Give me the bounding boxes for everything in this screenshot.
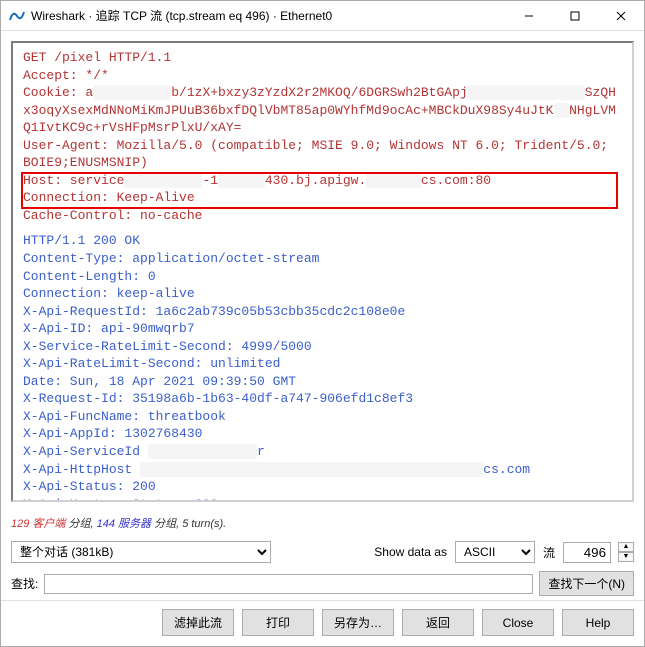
stream-line: Host: service -1 430.bj.apigw. cs.com:80	[23, 172, 622, 190]
status-tail: 分组, 5 turn(s).	[154, 518, 226, 530]
pkts-label-1: 分组,	[68, 518, 96, 530]
filter-out-stream-button[interactable]: 滤掉此流	[162, 609, 234, 636]
window-title: Wireshark · 追踪 TCP 流 (tcp.stream eq 496)…	[31, 7, 506, 24]
stream-line: GET /pixel HTTP/1.1	[23, 49, 622, 67]
close-button[interactable]	[598, 1, 644, 30]
stream-line: X-Api-ID: api-90mwqrb7	[23, 320, 622, 338]
stream-line: Date: Sun, 18 Apr 2021 09:39:50 GMT	[23, 373, 622, 391]
server-pkt-count: 144	[97, 518, 115, 530]
response-block: HTTP/1.1 200 OKContent-Type: application…	[23, 232, 622, 502]
search-label: 查找:	[11, 575, 38, 592]
show-data-as-label: Show data as	[374, 545, 447, 559]
titlebar[interactable]: Wireshark · 追踪 TCP 流 (tcp.stream eq 496)…	[1, 1, 644, 31]
stream-line: Cache-Control: no-cache	[23, 207, 622, 225]
print-button[interactable]: 打印	[242, 609, 314, 636]
stream-line: Connection: Keep-Alive	[23, 189, 622, 207]
stream-line: X-Api-RequestId: 1a6c2ab739c05b53cbb35cd…	[23, 303, 622, 321]
stream-line: X-Api-Status: 200	[23, 478, 622, 496]
stream-line: Connection: keep-alive	[23, 285, 622, 303]
client-label: 客户端	[32, 518, 68, 530]
stream-line: Accept: */*	[23, 67, 622, 85]
content-area: GET /pixel HTTP/1.1Accept: */*Cookie: a …	[1, 31, 644, 512]
wireshark-icon	[9, 8, 25, 24]
stream-line: X-Api-ServiceId r	[23, 443, 622, 461]
stream-line: Cookie: a b/1zX+bxzy3zYzdX2r2MKOQ/6DGRSw…	[23, 84, 622, 137]
stream-spinner: ▲ ▼	[618, 542, 634, 562]
search-input[interactable]	[44, 574, 533, 594]
stream-line: X-Api-AppId: 1302768430	[23, 425, 622, 443]
find-next-button[interactable]: 查找下一个(N)	[539, 571, 634, 596]
controls-row-1: 整个对话 (381kB) Show data as ASCII 流 ▲ ▼	[1, 537, 644, 567]
stream-line: HTTP/1.1 200 OK	[23, 232, 622, 250]
help-button[interactable]: Help	[562, 609, 634, 636]
stream-line: X-Request-Id: 35198a6b-1b63-40df-a747-90…	[23, 390, 622, 408]
stream-line: X-Service-RateLimit-Second: 4999/5000	[23, 338, 622, 356]
client-pkt-count: 129	[11, 518, 29, 530]
stream-line: X-Api-UpstreamStatus: 200	[23, 496, 622, 502]
close-dialog-button[interactable]: Close	[482, 609, 554, 636]
controls-row-2: 查找: 查找下一个(N)	[1, 567, 644, 600]
window-buttons	[506, 1, 644, 30]
minimize-button[interactable]	[506, 1, 552, 30]
stream-line: X-Api-HttpHost cs.com	[23, 461, 622, 479]
save-as-button[interactable]: 另存为…	[322, 609, 394, 636]
request-block: GET /pixel HTTP/1.1Accept: */*Cookie: a …	[23, 49, 622, 224]
server-label: 服务器	[118, 518, 154, 530]
stream-line: Content-Length: 0	[23, 268, 622, 286]
follow-tcp-stream-window: Wireshark · 追踪 TCP 流 (tcp.stream eq 496)…	[0, 0, 645, 647]
stream-down-button[interactable]: ▼	[618, 552, 634, 562]
stream-line: Content-Type: application/octet-stream	[23, 250, 622, 268]
status-line: 129 客户端 分组, 144 服务器 分组, 5 turn(s).	[1, 512, 644, 537]
stream-line: X-Api-RateLimit-Second: unlimited	[23, 355, 622, 373]
stream-text-area[interactable]: GET /pixel HTTP/1.1Accept: */*Cookie: a …	[11, 41, 634, 502]
button-row: 滤掉此流 打印 另存为… 返回 Close Help	[1, 600, 644, 646]
stream-line: User-Agent: Mozilla/5.0 (compatible; MSI…	[23, 137, 622, 172]
show-data-as-select[interactable]: ASCII	[455, 541, 535, 563]
back-button[interactable]: 返回	[402, 609, 474, 636]
stream-label: 流	[543, 544, 555, 561]
conversation-select[interactable]: 整个对话 (381kB)	[11, 541, 271, 563]
stream-number-input[interactable]	[563, 542, 611, 563]
stream-up-button[interactable]: ▲	[618, 542, 634, 552]
stream-line: X-Api-FuncName: threatbook	[23, 408, 622, 426]
maximize-button[interactable]	[552, 1, 598, 30]
